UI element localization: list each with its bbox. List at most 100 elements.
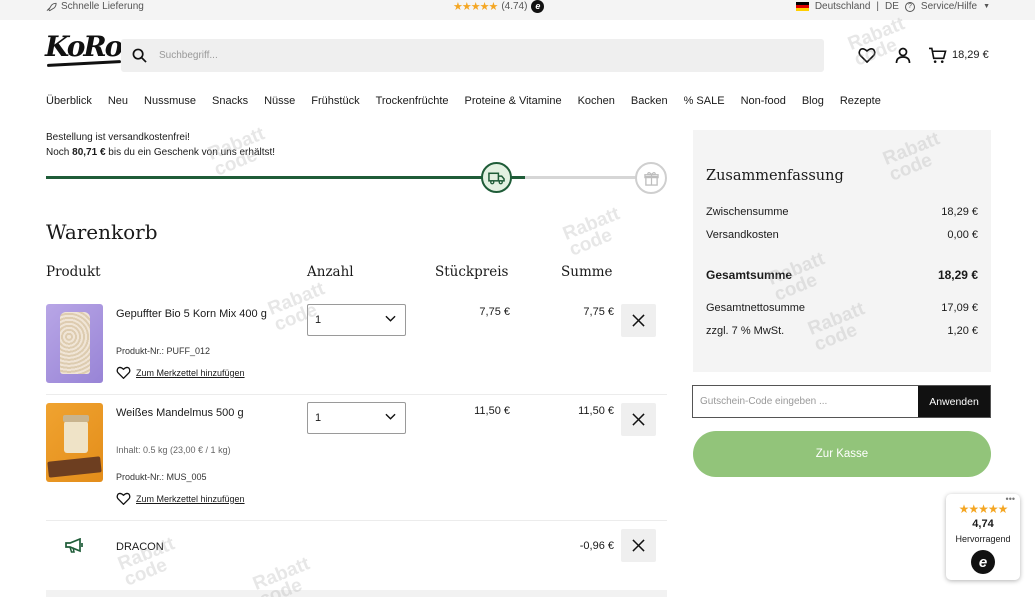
language-selector[interactable]: DE <box>885 1 899 12</box>
vat-row: zzgl. 7 % MwSt. 1,20 € <box>706 325 978 337</box>
promo-code-name: DRACON <box>116 541 164 553</box>
net-total-row: Gesamtnettosumme 17,09 € <box>706 302 978 314</box>
search-icon <box>132 48 147 63</box>
cart-button[interactable] <box>926 44 948 66</box>
add-to-wishlist-link[interactable]: Zum Merkzettel hinzufügen <box>116 492 245 505</box>
column-header-product: Produkt <box>46 264 101 280</box>
truck-milestone <box>481 162 512 193</box>
wishlist-button[interactable] <box>856 44 878 66</box>
trust-score: 4,74 <box>972 518 994 530</box>
cart-total[interactable]: 18,29 € <box>952 49 989 61</box>
cart-title: Warenkorb <box>46 220 158 244</box>
product-name[interactable]: Weißes Mandelmus 500 g <box>116 407 244 419</box>
megaphone-icon <box>65 538 83 553</box>
koro-logo[interactable]: KoRo <box>45 33 123 61</box>
country-selector[interactable]: Deutschland <box>815 1 871 12</box>
truck-icon <box>488 172 505 184</box>
nav-item-neu[interactable]: Neu <box>108 95 128 107</box>
trusted-shops-icon: e <box>971 550 995 574</box>
checkout-button[interactable]: Zur Kasse <box>693 431 991 477</box>
heart-icon <box>858 48 876 63</box>
rocket-icon <box>46 2 57 11</box>
bottom-section <box>46 590 667 597</box>
close-icon <box>632 413 645 426</box>
promo-discount: -0,96 € <box>579 540 614 552</box>
separator: | <box>876 1 880 12</box>
shipping-cost-value: 0,00 € <box>947 229 978 241</box>
product-image[interactable] <box>46 304 103 383</box>
rating-summary[interactable]: ★★★★★ (4.74) e <box>453 0 545 13</box>
unit-price: 7,75 € <box>479 306 510 318</box>
remove-promo-button[interactable] <box>621 529 656 562</box>
gift-milestone <box>635 162 667 194</box>
shipping-cost-row: Versandkosten 0,00 € <box>706 229 978 241</box>
product-image[interactable] <box>46 403 103 482</box>
account-button[interactable] <box>892 44 914 66</box>
nav-item-backen[interactable]: Backen <box>631 95 668 107</box>
nav-item-blog[interactable]: Blog <box>802 95 824 107</box>
quantity-select[interactable]: 1 <box>307 304 406 336</box>
remaining-amount: 80,71 € <box>72 147 106 158</box>
close-icon <box>632 539 645 552</box>
column-header-total: Summe <box>561 264 613 280</box>
rating-stars-icon: ★★★★★ <box>958 502 1009 516</box>
subtotal-row: Zwischensumme 18,29 € <box>706 206 978 218</box>
remove-item-button[interactable] <box>621 403 656 436</box>
search-input[interactable] <box>159 39 799 72</box>
line-total: 11,50 € <box>578 405 614 417</box>
quantity-value: 1 <box>315 314 322 326</box>
shipping-note-text: Schnelle Lieferung <box>61 1 144 12</box>
product-sku: Produkt-Nr.: PUFF_012 <box>116 346 211 356</box>
rating-stars-icon: ★★★★★ <box>453 0 498 13</box>
quantity-value: 1 <box>315 412 322 424</box>
subtotal-value: 18,29 € <box>941 206 978 218</box>
service-menu[interactable]: Service/Hilfe <box>921 1 977 12</box>
main-navigation: Überblick Neu Nussmuse Snacks Nüsse Früh… <box>46 95 897 107</box>
nav-item-sale[interactable]: % SALE <box>684 95 725 107</box>
german-flag-icon <box>795 2 809 11</box>
summary-title: Zusammenfassung <box>706 168 844 184</box>
shipping-note: Schnelle Lieferung <box>46 1 144 12</box>
nav-item-proteine-vitamine[interactable]: Proteine & Vitamine <box>465 95 562 107</box>
close-icon <box>632 314 645 327</box>
nav-item-trockenfruechte[interactable]: Trockenfrüchte <box>376 95 449 107</box>
nav-item-fruehstueck[interactable]: Frühstück <box>311 95 359 107</box>
remove-item-button[interactable] <box>621 304 656 337</box>
apply-coupon-button[interactable]: Anwenden <box>918 386 990 417</box>
trust-rating-label: Hervorragend <box>955 534 1011 544</box>
chevron-down-icon: ▼ <box>983 3 990 10</box>
search-bar[interactable] <box>121 39 824 72</box>
rating-value: (4.74) <box>501 0 528 12</box>
add-to-wishlist-link[interactable]: Zum Merkzettel hinzufügen <box>116 366 245 379</box>
nav-item-nuesse[interactable]: Nüsse <box>264 95 295 107</box>
product-name[interactable]: Gepuffter Bio 5 Korn Mix 400 g <box>116 308 267 320</box>
top-bar: Schnelle Lieferung ★★★★★ (4.74) e Deutsc… <box>0 0 1035 20</box>
product-sku: Produkt-Nr.: MUS_005 <box>116 472 207 482</box>
line-total: 7,75 € <box>583 306 614 318</box>
help-icon: ? <box>904 1 915 12</box>
gift-icon <box>643 171 659 186</box>
coupon-code-input[interactable] <box>693 386 919 417</box>
trusted-shops-icon: e <box>531 0 545 13</box>
row-divider <box>46 520 667 521</box>
chevron-down-icon <box>385 315 396 322</box>
quantity-select[interactable]: 1 <box>307 402 406 434</box>
grand-total-value: 18,29 € <box>937 268 978 282</box>
chevron-down-icon <box>385 413 396 420</box>
heart-icon <box>116 492 131 505</box>
trusted-shops-badge[interactable]: ••• ★★★★★ 4,74 Hervorragend e <box>946 494 1020 580</box>
unit-price: 11,50 € <box>474 405 510 417</box>
nav-item-snacks[interactable]: Snacks <box>212 95 248 107</box>
shipping-progress-fill <box>46 176 525 179</box>
nav-item-rezepte[interactable]: Rezepte <box>840 95 881 107</box>
nav-item-non-food[interactable]: Non-food <box>741 95 786 107</box>
coupon-form: Anwenden <box>692 385 991 418</box>
user-icon <box>895 47 911 63</box>
nav-item-nussmuse[interactable]: Nussmuse <box>144 95 196 107</box>
nav-item-kochen[interactable]: Kochen <box>578 95 615 107</box>
row-divider <box>46 394 667 395</box>
grand-total-row: Gesamtsumme 18,29 € <box>706 268 978 282</box>
cart-icon <box>928 47 947 63</box>
nav-item-ueberblick[interactable]: Überblick <box>46 95 92 107</box>
watermark: Rabatt code <box>560 203 623 261</box>
